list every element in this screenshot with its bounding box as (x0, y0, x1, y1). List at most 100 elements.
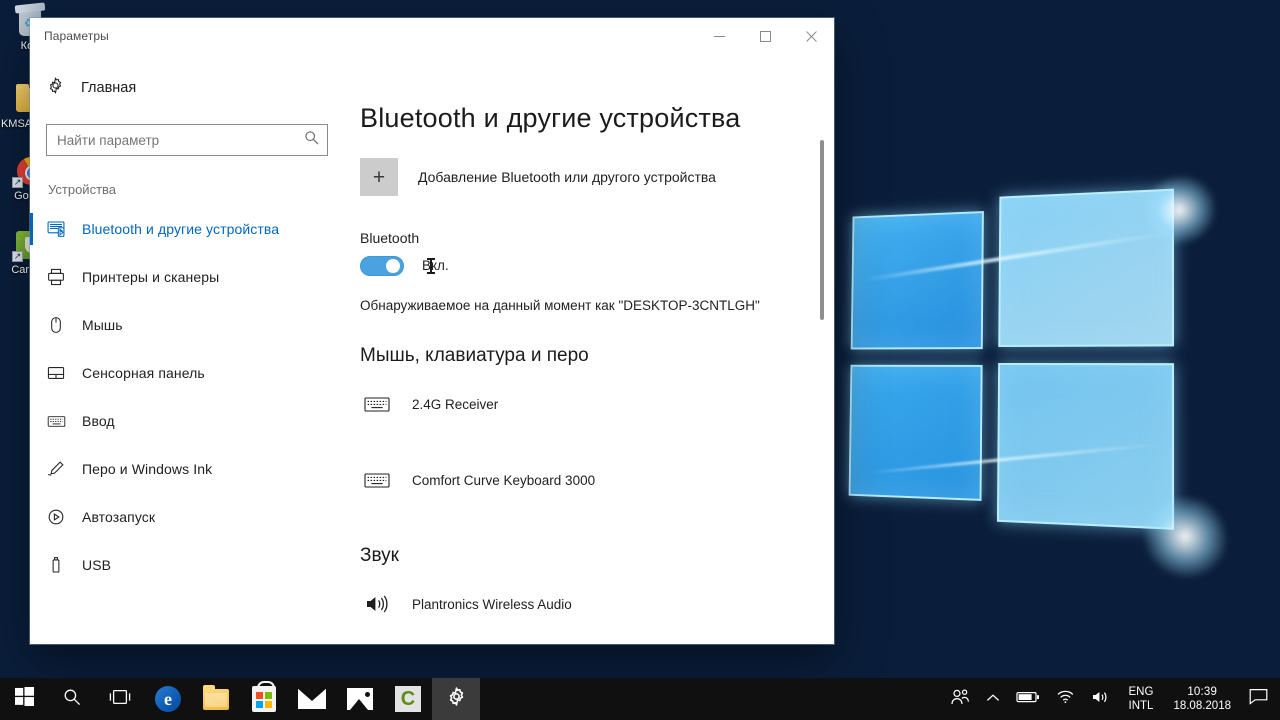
battery-button[interactable] (1008, 678, 1048, 720)
scrollbar-thumb[interactable] (820, 140, 824, 320)
keyboard-icon (360, 394, 394, 414)
settings-window: Параметры Главная Найти параметр Устройс… (30, 18, 834, 644)
show-hidden-icons-button[interactable] (978, 678, 1008, 720)
people-icon (950, 688, 970, 711)
volume-button[interactable] (1083, 678, 1119, 720)
bluetooth-block: Bluetooth Вкл. (352, 230, 834, 276)
touchpad-icon (46, 363, 66, 383)
maximize-button[interactable] (742, 18, 788, 54)
printer-icon (46, 267, 66, 287)
edge-icon: e (155, 686, 181, 712)
photos-button[interactable] (336, 678, 384, 720)
settings-content: Bluetooth и другие устройства + Добавлен… (344, 54, 834, 644)
taskbar: e C ENG INTL 10:39 18.08.2018 (0, 678, 1280, 720)
device-group-title: Мышь, клавиатура и перо (360, 345, 589, 366)
mail-icon (298, 689, 326, 709)
bluetooth-discoverable-text: Обнаруживаемое на данный момент как "DES… (360, 298, 760, 313)
task-view-button[interactable] (96, 678, 144, 720)
language-indicator[interactable]: ENG INTL (1119, 678, 1164, 720)
plus-icon[interactable]: + (360, 158, 398, 196)
sidebar-item-autoplay[interactable]: Автозапуск (30, 493, 344, 541)
camtasia-icon (395, 686, 421, 712)
system-tray: ENG INTL 10:39 18.08.2018 (942, 678, 1280, 720)
sidebar-item-usb[interactable]: USB (30, 541, 344, 589)
sidebar-item-home[interactable]: Главная (30, 68, 344, 108)
device-row[interactable]: 2.4G Receiver (360, 381, 834, 427)
file-explorer-button[interactable] (192, 678, 240, 720)
speaker-icon (360, 592, 394, 616)
settings-button[interactable] (432, 678, 480, 720)
window-body: Главная Устройства (30, 54, 834, 644)
device-group-mouse-keyboard-pen: Мышь, клавиатура и перо 2.4G Receiver Co… (352, 345, 834, 503)
language-line-2: INTL (1128, 700, 1154, 712)
device-name: Comfort Curve Keyboard 3000 (412, 472, 596, 488)
mail-button[interactable] (288, 678, 336, 720)
battery-icon (1015, 690, 1040, 709)
store-icon (252, 681, 276, 712)
edge-button[interactable]: e (144, 678, 192, 720)
camtasia-button[interactable] (384, 678, 432, 720)
sidebar-item-touchpad[interactable]: Сенсорная панель (30, 349, 344, 397)
clock-time: 10:39 (1187, 686, 1218, 698)
microsoft-store-button[interactable] (240, 678, 288, 720)
mouse-icon (46, 315, 66, 335)
sidebar-item-bluetooth-and-other-devices[interactable]: Bluetooth и другие устройства (30, 205, 344, 253)
sidebar-item-label: USB (82, 557, 112, 573)
sidebar-item-pen-and-windows-ink[interactable]: Перо и Windows Ink (30, 445, 344, 493)
search-icon (304, 130, 319, 150)
start-button[interactable] (0, 678, 48, 720)
sidebar-item-typing[interactable]: Ввод (30, 397, 344, 445)
sidebar-item-printers-and-scanners[interactable]: Принтеры и сканеры (30, 253, 344, 301)
sidebar-item-label: Автозапуск (82, 509, 156, 525)
device-row[interactable]: Plantronics Wireless Audio (360, 581, 834, 627)
search-input[interactable] (47, 125, 327, 155)
language-line-1: ENG (1128, 686, 1154, 698)
bluetooth-toggle[interactable] (360, 256, 404, 276)
sidebar-item-mouse[interactable]: Мышь (30, 301, 344, 349)
sidebar-nav-list: Bluetooth и другие устройства Принтеры и… (30, 205, 344, 595)
device-row[interactable]: Comfort Curve Keyboard 3000 (360, 457, 834, 503)
sidebar-item-label: Bluetooth и другие устройства (82, 221, 280, 237)
add-device-row[interactable]: + Добавление Bluetooth или другого устро… (352, 158, 834, 196)
action-center-icon (1249, 688, 1268, 710)
clock[interactable]: 10:39 18.08.2018 (1163, 678, 1241, 720)
bluetooth-toggle-row[interactable]: Вкл. (360, 256, 834, 276)
network-button[interactable] (1048, 678, 1083, 720)
people-button[interactable] (942, 678, 978, 720)
gear-icon (46, 76, 65, 100)
window-title: Параметры (44, 29, 109, 43)
volume-icon (1091, 689, 1111, 710)
action-center-button[interactable] (1241, 678, 1276, 720)
pen-icon (46, 459, 66, 479)
bluetooth-heading: Bluetooth (360, 230, 420, 246)
clock-date: 18.08.2018 (1173, 700, 1231, 712)
folder-icon (203, 684, 229, 710)
wallpaper-pane-bottom-left (848, 364, 983, 501)
bluetooth-devices-icon (46, 219, 66, 239)
chevron-up-icon (986, 690, 1000, 708)
settings-sidebar: Главная Устройства (30, 54, 344, 644)
bluetooth-toggle-label: Вкл. (422, 258, 449, 273)
content-scrollbar[interactable] (816, 54, 828, 644)
keyboard-icon (46, 411, 66, 431)
device-group-title: Звук (360, 545, 399, 566)
wifi-icon (1056, 689, 1075, 709)
keyboard-icon (360, 470, 394, 490)
sidebar-item-label: Ввод (82, 413, 115, 429)
search-icon (63, 688, 81, 711)
device-name: Plantronics Wireless Audio (412, 596, 572, 612)
window-titlebar[interactable]: Параметры (30, 18, 834, 54)
gear-icon (446, 686, 467, 712)
page-title: Bluetooth и другие устройства (360, 103, 741, 133)
sidebar-item-label: Мышь (82, 317, 123, 333)
windows-logo-icon (14, 687, 34, 711)
search-button[interactable] (48, 678, 96, 720)
toggle-knob (386, 259, 400, 273)
search-box[interactable] (46, 124, 328, 156)
close-button[interactable] (788, 18, 834, 54)
text-cursor-icon (427, 258, 435, 274)
window-controls (696, 18, 834, 54)
autoplay-icon (46, 507, 66, 527)
minimize-button[interactable] (696, 18, 742, 54)
sidebar-search-wrap (30, 108, 344, 156)
